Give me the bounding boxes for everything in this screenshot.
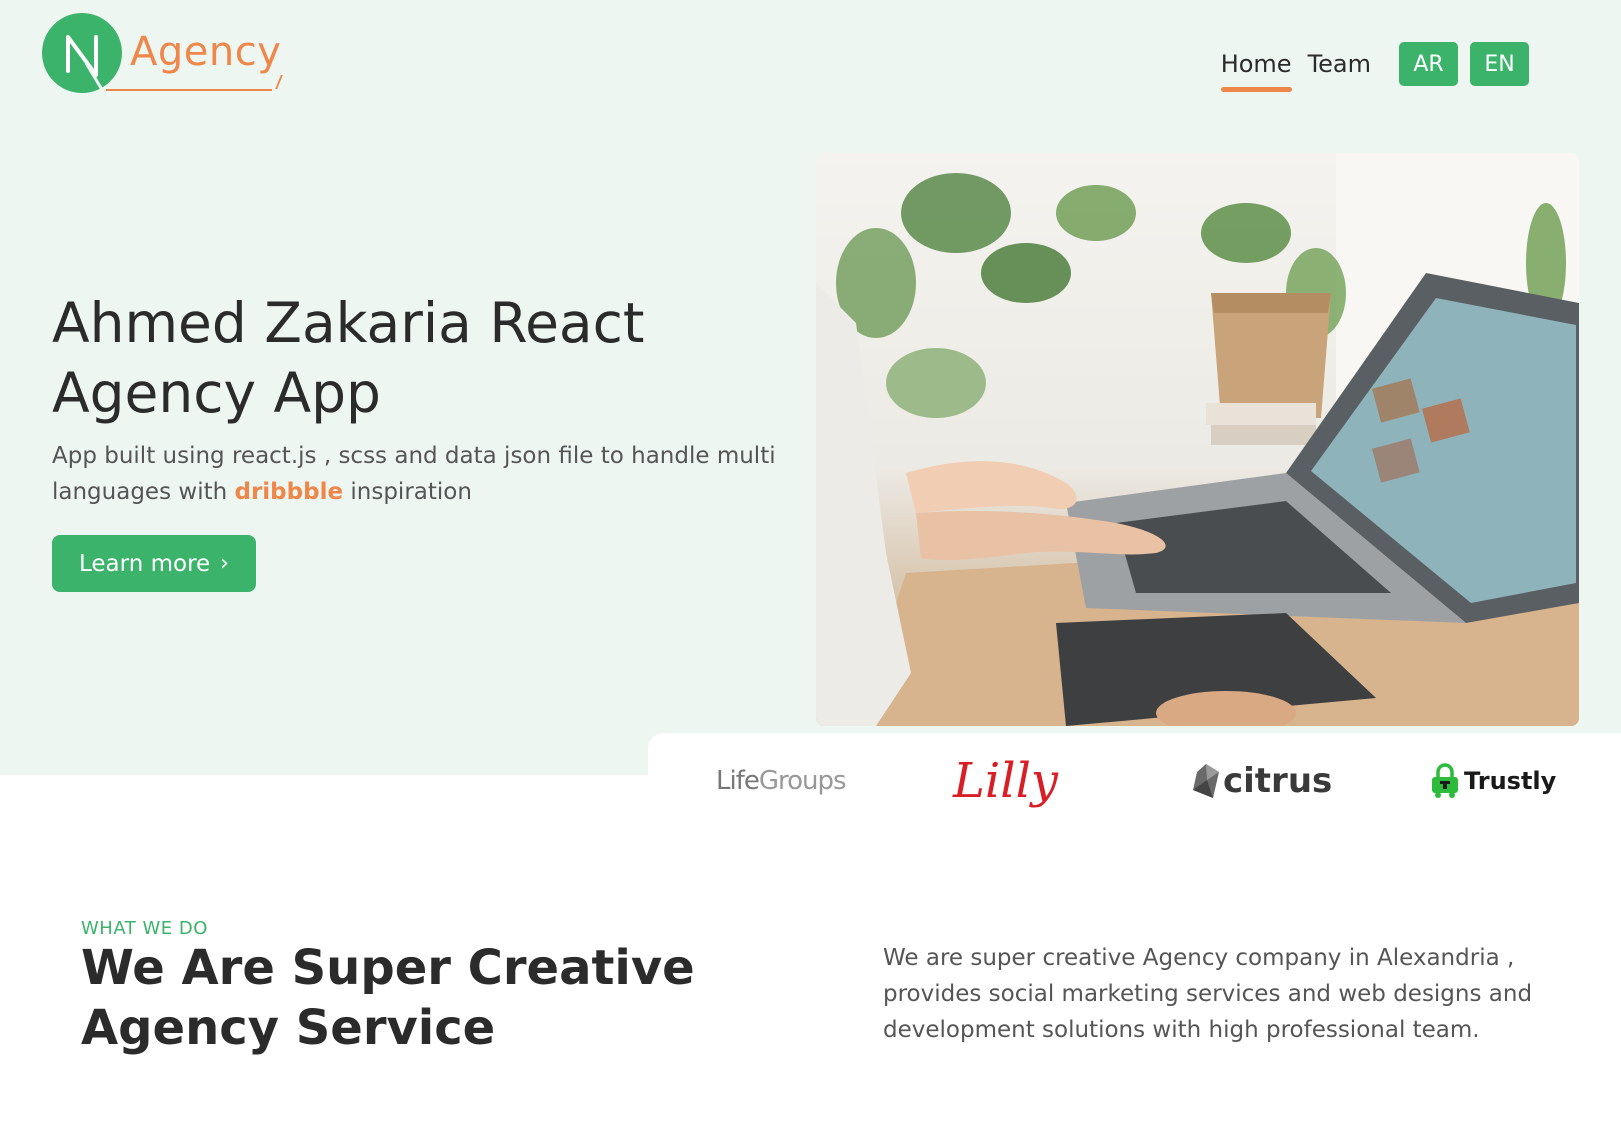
trustly-lock-icon (1432, 763, 1458, 798)
brands-strip: Life Groups Lilly citrus Trustly (648, 733, 1621, 829)
hero-description-tail: inspiration (343, 479, 472, 505)
learn-more-button[interactable]: Learn more › (52, 535, 256, 592)
brand-lifegroups-logo: Life Groups (716, 753, 847, 809)
section-title: We Are Super Creative Agency Service (81, 940, 695, 1056)
brand-lifegroups-life: Life (716, 766, 760, 796)
hero-description: App built using react.js , scss and data… (52, 438, 812, 510)
section-description: We are super creative Agency company in … (883, 945, 1533, 1043)
hero-title: Ahmed Zakaria React Agency App (52, 291, 645, 425)
nav-team[interactable]: Team (1308, 42, 1371, 86)
language-en-button[interactable]: EN (1470, 42, 1529, 86)
logo-text: Agency (130, 29, 282, 75)
language-ar-button[interactable]: AR (1399, 42, 1458, 86)
hero-image (816, 153, 1579, 726)
brand-trustly-text: Trustly (1464, 767, 1557, 795)
logo-mark (42, 13, 122, 93)
main-nav: Home Team AR EN (1220, 42, 1529, 92)
logo-underline-tick (261, 75, 283, 89)
logo-underline (106, 89, 272, 91)
logo-n-icon (66, 35, 106, 93)
brand-citrus-logo: citrus (1193, 753, 1332, 809)
section-tag: WHAT WE DO (81, 918, 208, 939)
dribbble-link[interactable]: dribbble (234, 479, 343, 505)
citrus-mark-icon (1193, 764, 1219, 798)
brand-citrus-text: citrus (1223, 761, 1333, 801)
brand-lilly-logo: Lilly (953, 753, 1059, 809)
brand-trustly-logo: Trustly (1430, 753, 1556, 809)
hero-photo-illustration (816, 153, 1579, 726)
learn-more-label: Learn more (79, 550, 211, 577)
chevron-right-icon: › (220, 551, 229, 576)
brand-lifegroups-groups: Groups (758, 766, 847, 796)
logo[interactable]: Agency (42, 13, 283, 93)
nav-home[interactable]: Home (1220, 42, 1292, 92)
